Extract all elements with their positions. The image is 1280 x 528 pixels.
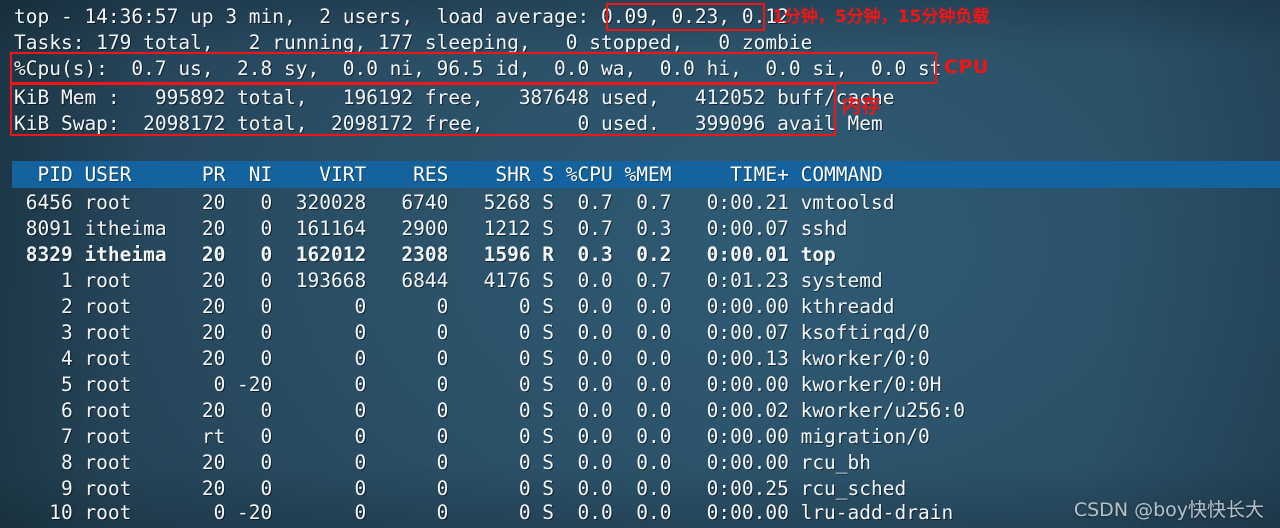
top-swap-line: KiB Swap: 2098172 total, 2098172 free, 0… — [14, 112, 883, 135]
cpu-annotation-label: CPU — [944, 56, 989, 78]
table-row: 8091 itheima 20 0 161164 2900 1212 S 0.7… — [14, 217, 848, 240]
table-row: 6 root 20 0 0 0 0 S 0.0 0.0 0:00.02 kwor… — [14, 399, 965, 422]
table-row: 6456 root 20 0 320028 6740 5268 S 0.7 0.… — [14, 191, 895, 214]
table-row: 7 root rt 0 0 0 0 S 0.0 0.0 0:00.00 migr… — [14, 425, 930, 448]
top-mem-line: KiB Mem : 995892 total, 196192 free, 387… — [14, 86, 895, 109]
table-row: 2 root 20 0 0 0 0 S 0.0 0.0 0:00.00 kthr… — [14, 295, 895, 318]
table-row: 3 root 20 0 0 0 0 S 0.0 0.0 0:00.07 ksof… — [14, 321, 930, 344]
table-row: 5 root 0 -20 0 0 0 S 0.0 0.0 0:00.00 kwo… — [14, 373, 942, 396]
table-row: 4 root 20 0 0 0 0 S 0.0 0.0 0:00.13 kwor… — [14, 347, 930, 370]
table-row: 10 root 0 -20 0 0 0 S 0.0 0.0 0:00.00 lr… — [14, 501, 954, 524]
process-table-header-row: PID USER PR NI VIRT RES SHR S %CPU %MEM … — [14, 163, 883, 186]
memory-annotation-label: 内存 — [842, 95, 882, 117]
terminal-screenshot: top - 14:36:57 up 3 min, 2 users, load a… — [0, 0, 1280, 528]
top-tasks-line: Tasks: 179 total, 2 running, 177 sleepin… — [14, 31, 813, 54]
table-row: 8329 itheima 20 0 162012 2308 1596 R 0.3… — [14, 243, 836, 266]
top-cpu-line: %Cpu(s): 0.7 us, 2.8 sy, 0.0 ni, 96.5 id… — [14, 57, 942, 80]
top-uptime-line: top - 14:36:57 up 3 min, 2 users, load a… — [14, 5, 789, 28]
csdn-watermark: CSDN @boy快快长大 — [1073, 499, 1264, 521]
table-row: 8 root 20 0 0 0 0 S 0.0 0.0 0:00.00 rcu_… — [14, 451, 872, 474]
table-row: 1 root 20 0 193668 6844 4176 S 0.0 0.7 0… — [14, 269, 883, 292]
table-row: 9 root 20 0 0 0 0 S 0.0 0.0 0:00.25 rcu_… — [14, 477, 907, 500]
load-average-annotation-label: 1分钟，5分钟，15分钟负载 — [772, 7, 990, 27]
